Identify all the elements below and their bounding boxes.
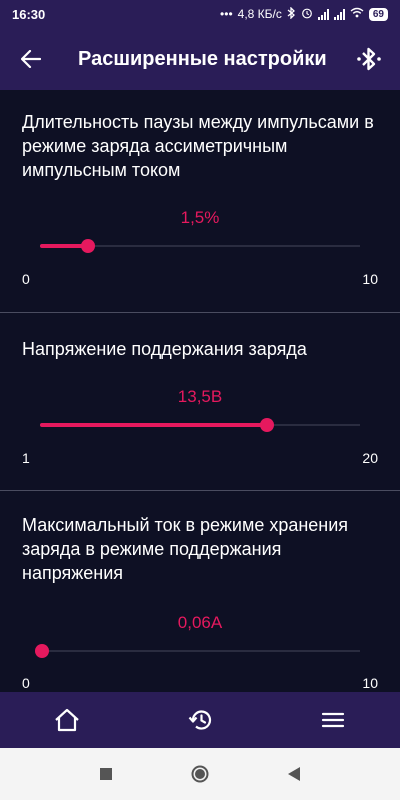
- nav-history-button[interactable]: [170, 692, 230, 748]
- system-recents-button[interactable]: [94, 762, 118, 786]
- range-max: 20: [362, 450, 378, 466]
- arrow-left-icon: [21, 50, 41, 68]
- range-max: 10: [362, 675, 378, 691]
- range-min: 1: [22, 450, 30, 466]
- setting-support-voltage: Напряжение поддержания заряда 13,5В 1 20: [0, 313, 400, 490]
- setting-value: 13,5В: [177, 387, 223, 406]
- status-dots: •••: [220, 7, 233, 21]
- setting-max-storage-current: Максимальный ток в режиме хранения заряд…: [0, 491, 400, 692]
- signal-icon-2: [333, 8, 345, 20]
- range-max: 10: [362, 271, 378, 287]
- setting-title: Длительность паузы между импульсами в ре…: [22, 112, 374, 180]
- bottom-nav: [0, 692, 400, 748]
- setting-value: 1,5%: [180, 208, 220, 227]
- status-icons: ••• 4,8 КБ/с 69: [220, 5, 388, 22]
- back-button[interactable]: [0, 28, 62, 90]
- setting-title: Напряжение поддержания заряда: [22, 339, 307, 359]
- home-icon: [54, 708, 79, 732]
- slider[interactable]: [40, 236, 360, 256]
- page-title: Расширенные настройки: [78, 47, 327, 70]
- history-icon: [188, 710, 212, 730]
- range-min: 0: [22, 675, 30, 691]
- nav-menu-button[interactable]: [303, 692, 363, 748]
- status-bar: 16:30 ••• 4,8 КБ/с 69: [0, 0, 400, 28]
- slider-track: [40, 650, 360, 652]
- bluetooth-status-icon: [287, 5, 296, 22]
- bluetooth-icon: [357, 47, 381, 71]
- wifi-icon: [350, 7, 364, 21]
- recents-square-icon: [100, 768, 112, 780]
- nav-home-button[interactable]: [37, 692, 97, 748]
- app-bar: Расширенные настройки: [0, 28, 400, 90]
- system-nav: [0, 748, 400, 800]
- signal-icon: [317, 8, 329, 20]
- bluetooth-button[interactable]: [338, 28, 400, 90]
- slider-fill: [40, 423, 268, 427]
- system-back-button[interactable]: [282, 762, 306, 786]
- battery-indicator: 69: [368, 7, 388, 21]
- setting-value: 0,06А: [177, 613, 223, 632]
- slider-thumb[interactable]: [260, 418, 275, 432]
- menu-icon: [322, 712, 345, 728]
- setting-pause-duration: Длительность паузы между импульсами в ре…: [0, 90, 400, 312]
- slider[interactable]: [34, 641, 360, 661]
- range-min: 0: [22, 271, 30, 287]
- home-circle-icon: [191, 765, 209, 783]
- back-triangle-icon: [288, 767, 300, 781]
- network-speed: 4,8 КБ/с: [237, 7, 282, 21]
- slider[interactable]: [40, 415, 360, 435]
- slider-thumb[interactable]: [81, 239, 95, 253]
- slider-thumb[interactable]: [34, 644, 49, 658]
- status-time: 16:30: [12, 6, 46, 22]
- system-home-button[interactable]: [188, 762, 212, 786]
- settings-list: Длительность паузы между импульсами в ре…: [0, 90, 400, 692]
- setting-title: Максимальный ток в режиме хранения заряд…: [22, 515, 349, 583]
- alarm-icon: [301, 7, 313, 22]
